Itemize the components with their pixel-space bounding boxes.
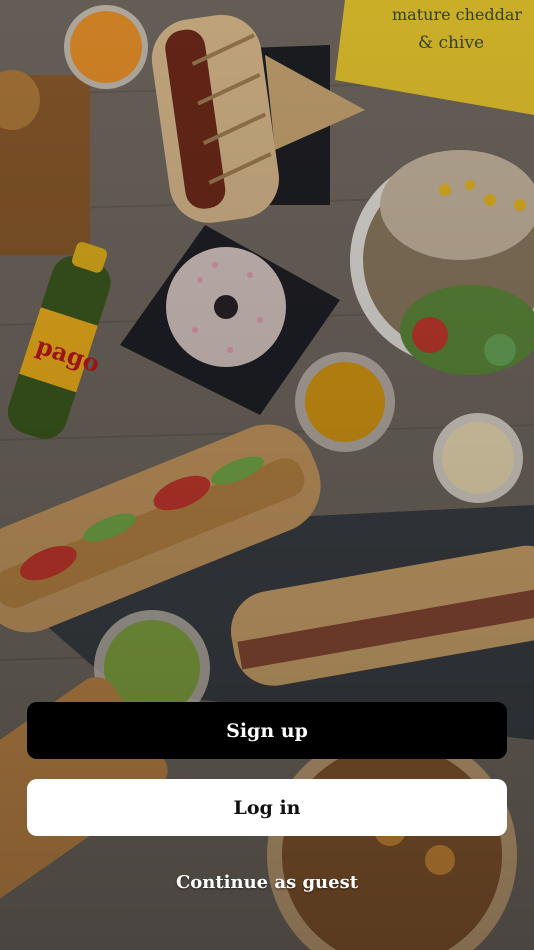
log-in-label: Log in — [233, 796, 301, 819]
continue-as-guest-link[interactable]: Continue as guest — [0, 872, 534, 893]
log-in-button[interactable]: Log in — [27, 779, 507, 836]
sign-up-label: Sign up — [226, 719, 308, 742]
continue-as-guest-label: Continue as guest — [175, 872, 359, 893]
sign-up-button[interactable]: Sign up — [27, 702, 507, 759]
